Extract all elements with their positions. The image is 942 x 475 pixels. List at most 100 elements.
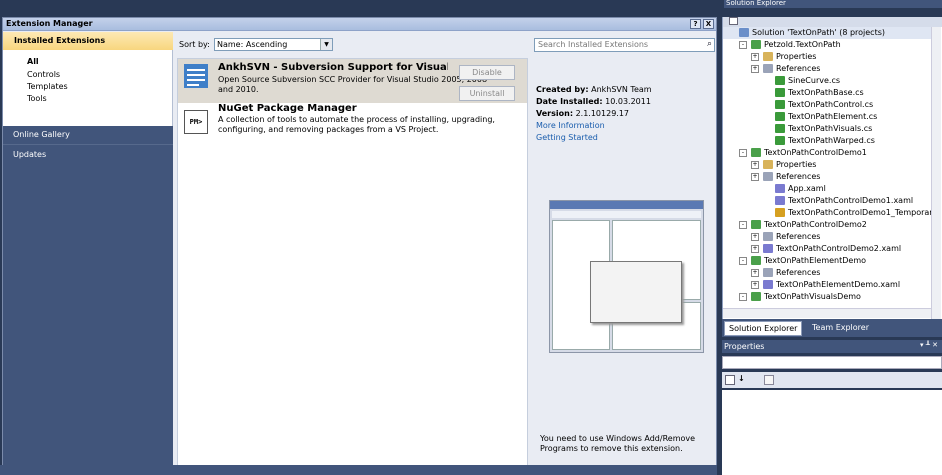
tree-item-label: TextOnPathBase.cs [788, 88, 864, 97]
close-button[interactable]: X [703, 19, 714, 29]
vertical-scrollbar[interactable] [931, 27, 941, 319]
nuget-icon: PM> [184, 110, 208, 134]
preview-context-menu [590, 261, 682, 323]
cs-file-icon [775, 100, 785, 109]
search-input[interactable]: Search Installed Extensions ⌕ [534, 38, 715, 52]
nav-online-gallery[interactable]: Online Gallery [3, 126, 173, 144]
tree-item-label: Properties [776, 160, 817, 169]
sort-alphabetical-icon[interactable]: ↓ [738, 374, 745, 383]
preview-menubar [552, 211, 701, 218]
sort-label: Sort by: [179, 40, 210, 49]
tree-item-label: TextOnPathVisualsDemo [764, 292, 861, 301]
tree-item[interactable]: Solution 'TextOnPath' (8 projects) [723, 27, 931, 39]
extension-description: Open Source Subversion SCC Provider for … [218, 75, 488, 94]
window-titlebar: Extension Manager ? X [3, 18, 716, 31]
solution-explorer-toolbar [723, 17, 942, 27]
project-icon [751, 292, 761, 301]
extension-item-ankhsvn[interactable]: AnkhSVN - Subversion Support for Visual … [178, 59, 527, 103]
expand-icon[interactable]: + [751, 269, 759, 277]
project-icon [751, 40, 761, 49]
extension-description: A collection of tools to automate the pr… [218, 115, 495, 134]
tree-item-label: TextOnPathVisuals.cs [788, 124, 873, 133]
extension-preview-image [549, 200, 704, 353]
properties-toolbar-icon[interactable] [729, 17, 738, 25]
collapse-icon[interactable]: - [739, 41, 747, 49]
horizontal-scrollbar[interactable] [723, 308, 931, 318]
categorized-icon[interactable] [725, 375, 735, 385]
panel-pin-close-buttons[interactable]: ▾ ╨ ✕ [920, 341, 938, 349]
cs-file-icon [775, 136, 785, 145]
version-label: Version: [536, 109, 574, 118]
solution-tree: Solution 'TextOnPath' (8 projects) - Petzo… [723, 27, 931, 308]
collapse-icon[interactable]: - [739, 293, 747, 301]
tab-solution-explorer[interactable]: Solution Explorer [724, 321, 803, 336]
explorer-tabs: Solution Explorer Team Explorer [722, 319, 942, 337]
disable-button[interactable]: Disable [459, 65, 515, 80]
sort-value: Name: Ascending [217, 40, 288, 49]
expand-icon[interactable]: + [751, 65, 759, 73]
xaml-file-icon [775, 184, 785, 193]
tree-item-label: TextOnPathControlDemo2 [764, 220, 867, 229]
nav-item-tools[interactable]: Tools [27, 94, 47, 103]
project-icon [751, 256, 761, 265]
extension-name: NuGet Package Manager [218, 103, 357, 114]
help-button[interactable]: ? [690, 19, 701, 29]
references-icon [763, 64, 773, 73]
expand-icon[interactable]: + [751, 173, 759, 181]
cs-file-icon [775, 76, 785, 85]
tree-item-label: Petzold.TextOnPath [764, 40, 841, 49]
expand-icon[interactable]: + [751, 245, 759, 253]
properties-label: Properties [724, 342, 765, 351]
nav-installed-extensions[interactable]: Installed Extensions [3, 32, 173, 50]
properties-object-select[interactable] [722, 356, 942, 369]
references-icon [763, 232, 773, 241]
properties-title: Properties ▾ ╨ ✕ [722, 340, 942, 353]
sort-select[interactable]: Name: Ascending ▼ [214, 38, 333, 51]
extension-name: AnkhSVN - Subversion Support for Visual … [218, 62, 448, 73]
cs-file-icon [775, 112, 785, 121]
tree-item-label: TextOnPathControlDemo1 [764, 148, 867, 157]
expand-icon[interactable]: + [751, 53, 759, 61]
tree-item-label: Properties [776, 52, 817, 61]
collapse-icon[interactable]: - [739, 221, 747, 229]
tab-team-explorer[interactable]: Team Explorer [808, 321, 873, 336]
tree-item-label: TextOnPathControlDemo1.xaml [788, 196, 914, 205]
key-file-icon [775, 208, 785, 217]
collapse-icon[interactable]: - [739, 257, 747, 265]
more-information-link[interactable]: More Information [536, 121, 605, 130]
tree-item-label: TextOnPathElementDemo.xaml [776, 280, 901, 289]
properties-toolbar: ↓ [722, 372, 942, 388]
solution-explorer-title: Solution Explorer [724, 0, 942, 8]
expand-icon[interactable]: + [751, 233, 759, 241]
uninstall-button[interactable]: Uninstall [459, 86, 515, 101]
tree-item-label: TextOnPathControlDemo1_TemporaryKey.p [788, 208, 931, 217]
nav-item-templates[interactable]: Templates [27, 82, 68, 91]
cs-file-icon [775, 124, 785, 133]
expand-icon[interactable]: + [751, 281, 759, 289]
tree-item-label: TextOnPathWarped.cs [788, 136, 875, 145]
solution-icon [739, 28, 749, 37]
expand-icon[interactable]: + [751, 161, 759, 169]
created-by-value: AnkhSVN Team [591, 85, 652, 94]
search-placeholder: Search Installed Extensions [538, 40, 649, 49]
properties-grid [722, 390, 942, 475]
solution-explorer-panel: Solution 'TextOnPath' (8 projects) - Petzo… [722, 17, 942, 319]
tree-item-label: SineCurve.cs [788, 76, 841, 85]
property-pages-icon[interactable] [764, 375, 774, 385]
tree-item-label: TextOnPathElementDemo [764, 256, 867, 265]
getting-started-link[interactable]: Getting Started [536, 133, 598, 142]
tree-item-label: TextOnPathControlDemo2.xaml [776, 244, 902, 253]
tree-item-label: TextOnPathElement.cs [788, 112, 878, 121]
chevron-down-icon[interactable]: ▼ [320, 39, 332, 50]
status-strip [0, 465, 717, 475]
tree-item-label: References [776, 268, 821, 277]
xaml-file-icon [775, 196, 785, 205]
nav-item-controls[interactable]: Controls [27, 70, 60, 79]
nav-updates[interactable]: Updates [3, 144, 173, 475]
tree-item-label: References [776, 172, 821, 181]
extension-item-nuget[interactable]: PM> NuGet Package Manager A collection o… [178, 103, 527, 149]
nav-item-all[interactable]: All [27, 57, 39, 66]
tree-item-label: References [776, 64, 821, 73]
collapse-icon[interactable]: - [739, 149, 747, 157]
search-icon[interactable]: ⌕ [707, 39, 712, 49]
